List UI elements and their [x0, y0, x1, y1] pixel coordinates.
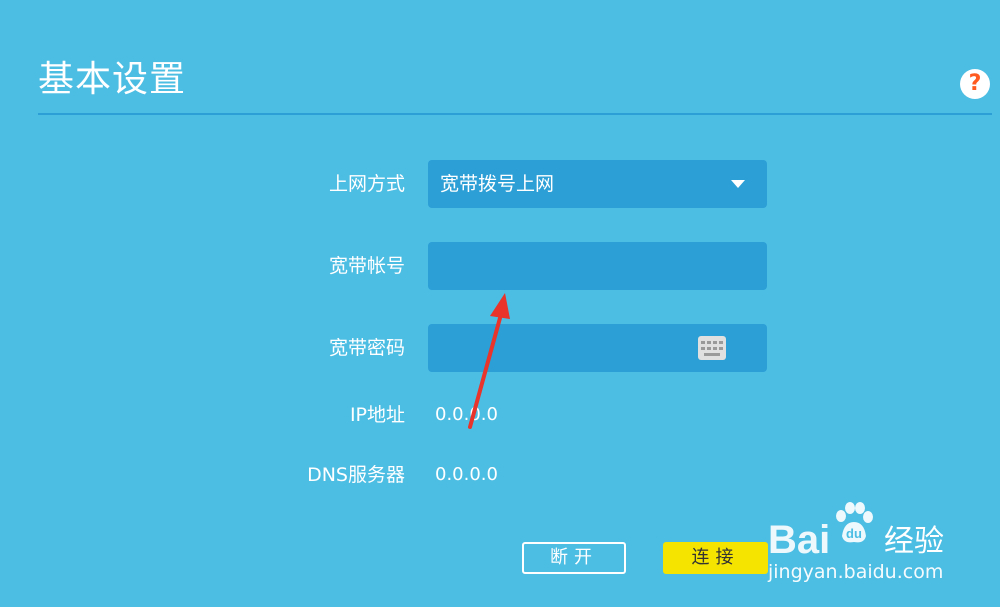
watermark-brand: Bai [768, 518, 831, 562]
watermark: Bai du 经验 jingyan.baidu.com [768, 498, 998, 598]
connection-type-label: 上网方式 [328, 173, 405, 195]
keyboard-spacebar [704, 353, 720, 356]
page-title: 基本设置 [38, 59, 187, 100]
keyboard-key [719, 341, 723, 344]
svg-text:du: du [846, 526, 862, 541]
keyboard-key [713, 347, 717, 350]
connection-type-select[interactable]: 宽带拨号上网 [428, 160, 767, 208]
keyboard-key [707, 341, 711, 344]
account-label: 宽带帐号 [328, 255, 405, 277]
title-divider [38, 113, 992, 115]
keyboard-key [713, 341, 717, 344]
connection-type-value: 宽带拨号上网 [440, 173, 555, 195]
keyboard-key [719, 347, 723, 350]
password-label: 宽带密码 [328, 337, 405, 359]
connect-button[interactable]: 连接 [663, 542, 768, 574]
dns-server-value: 0.0.0.0 [435, 464, 498, 485]
keyboard-key [707, 347, 711, 350]
watermark-url: jingyan.baidu.com [768, 561, 944, 583]
account-input[interactable] [428, 242, 767, 290]
keyboard-key [701, 347, 705, 350]
help-icon[interactable]: ? [960, 69, 990, 99]
paw-icon: du [836, 502, 873, 543]
password-field-box[interactable] [428, 324, 767, 372]
dns-server-label: DNS服务器 [307, 464, 405, 486]
ip-address-value: 0.0.0.0 [435, 404, 498, 425]
chevron-down-icon[interactable] [731, 180, 745, 188]
disconnect-button[interactable]: 断开 [522, 542, 626, 574]
keyboard-icon[interactable] [698, 336, 726, 360]
account-field-box[interactable] [428, 242, 767, 290]
keyboard-key [701, 341, 705, 344]
ip-address-label: IP地址 [349, 404, 405, 426]
watermark-suffix: 经验 [884, 524, 944, 559]
